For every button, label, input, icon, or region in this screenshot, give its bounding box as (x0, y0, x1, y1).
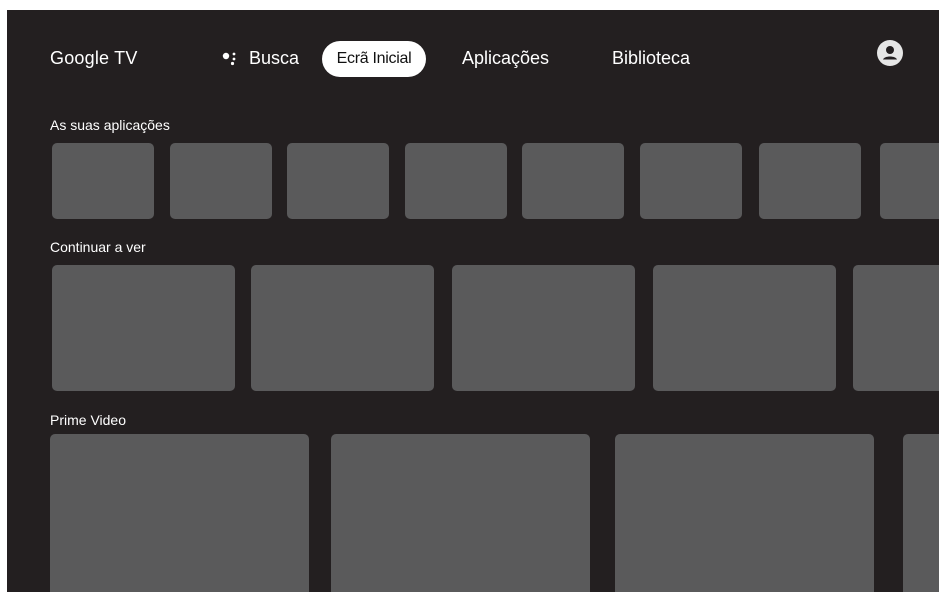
continue-watching-tile[interactable] (853, 265, 939, 391)
tab-home[interactable]: Ecrã Inicial (322, 41, 426, 77)
tab-home-label: Ecrã Inicial (336, 50, 412, 67)
tab-library[interactable]: Biblioteca (612, 48, 690, 69)
app-tile[interactable] (640, 143, 742, 219)
prime-video-tile[interactable] (903, 434, 939, 592)
continue-watching-tile[interactable] (452, 265, 635, 391)
continue-watching-tile[interactable] (251, 265, 434, 391)
search-label: Busca (249, 48, 300, 68)
prime-video-tile[interactable] (615, 434, 874, 592)
prime-video-tile[interactable] (50, 434, 309, 592)
continue-watching-tile[interactable] (653, 265, 836, 391)
top-navigation-bar: Google TV Busca Ecrã Inicial Aplicações … (7, 10, 939, 110)
app-tile[interactable] (759, 143, 861, 219)
app-tile[interactable] (522, 143, 624, 219)
app-tile[interactable] (52, 143, 154, 219)
section-title-continue-watching: Continuar a ver (50, 239, 146, 255)
prime-video-tile[interactable] (331, 434, 590, 592)
section-title-apps: As suas aplicações (50, 117, 170, 133)
app-tile[interactable] (880, 143, 939, 219)
app-tile[interactable] (170, 143, 272, 219)
tv-home-screen: Google TV Busca Ecrã Inicial Aplicações … (7, 10, 939, 592)
section-title-prime-video: Prime Video (50, 412, 127, 428)
google-assistant-icon (221, 50, 239, 68)
account-avatar-icon[interactable] (877, 40, 903, 66)
search-tab[interactable]: Busca (221, 48, 299, 69)
app-tile[interactable] (405, 143, 507, 219)
continue-watching-tile[interactable] (52, 265, 235, 391)
google-tv-logo: Google TV (50, 48, 138, 68)
tab-apps[interactable]: Aplicações (462, 48, 549, 69)
app-tile[interactable] (287, 143, 389, 219)
